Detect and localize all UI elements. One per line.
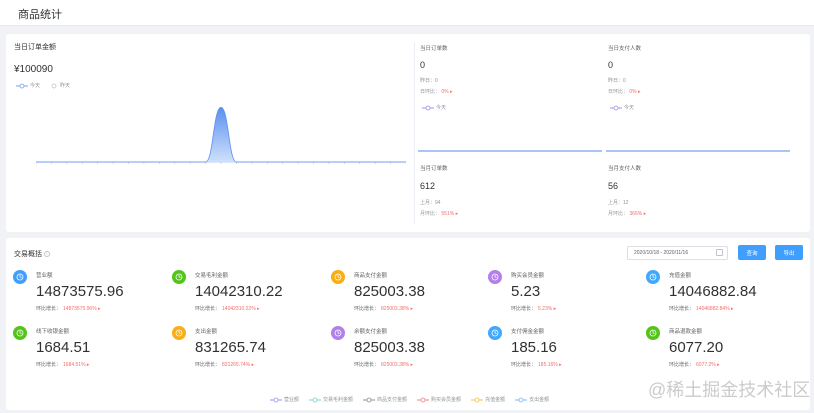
legend-item[interactable]: 充值金额 (471, 396, 505, 403)
watermark: @稀土掘金技术社区 (648, 380, 811, 400)
export-button[interactable]: 导出 (775, 245, 803, 260)
legend-line-icon (471, 397, 484, 402)
today-orders-ratio: 日环比： 0% ▸ (420, 89, 453, 95)
stat-value: 831265.74 (195, 339, 266, 356)
stat-label: 购买会员金额 (511, 273, 545, 279)
legend-item[interactable]: 购买会员金额 (417, 396, 461, 403)
stat-change: 环比增长： 6077.2% ▸ (669, 362, 720, 368)
stat-change: 环比增长： 825003.38% ▸ (354, 306, 413, 312)
stat-label: 线下收银金额 (36, 329, 70, 335)
today-payers-sparkline (606, 150, 790, 152)
stat-value: 825003.38 (354, 339, 425, 356)
month-orders-prev: 上月：94 (420, 200, 441, 206)
date-range-picker[interactable]: 2020/10/18 - 2020/11/16 (627, 246, 728, 260)
stat-label: 充值金额 (669, 273, 692, 279)
stat-change: 环比增长： 14042310.22% ▸ (195, 306, 260, 312)
clock-icon (172, 270, 186, 284)
stat-value: 1684.51 (36, 339, 91, 356)
info-icon[interactable]: i (43, 251, 50, 258)
stat-change: 环比增长： 825003.38% ▸ (354, 362, 413, 368)
today-orders-legend[interactable]: 今天 (422, 104, 446, 111)
legend-item[interactable]: 商品支付金额 (363, 396, 407, 403)
today-orders-value: 0 (420, 60, 426, 70)
legend-line-icon (610, 105, 622, 110)
stat-label: 支出金额 (195, 329, 218, 335)
stat-value: 5.23 (511, 283, 541, 300)
stat-value: 14042310.22 (195, 283, 283, 300)
today-orders-title: 当日订单数 (420, 46, 448, 52)
stat-value: 825003.38 (354, 283, 425, 300)
legend-line-icon (363, 397, 376, 402)
month-orders-value: 612 (420, 181, 436, 191)
stat-value: 14046882.84 (669, 283, 757, 300)
month-payers-ratio: 月环比： 366% ▸ (608, 211, 647, 217)
stat-value: 6077.20 (669, 339, 724, 356)
stat-label: 商品退款金额 (669, 329, 703, 335)
series-area-1 (36, 107, 406, 162)
legend-yesterday[interactable]: 昨天 (50, 82, 70, 89)
today-stats-card: 当日订单金额 ¥100090 今天 昨天 当日订单数 0 昨日：0 日环比： 0… (6, 34, 810, 232)
clock-icon (13, 270, 27, 284)
today-orders-sparkline (418, 150, 602, 152)
clock-icon (646, 326, 660, 340)
page-title: 商品统计 (18, 9, 62, 21)
today-payers-title: 当日支付人数 (608, 46, 642, 52)
stat-change: 环比增长： 1684.51% ▸ (36, 362, 90, 368)
stat-change: 环比增长： 14873575.96% ▸ (36, 306, 101, 312)
stat-change: 环比增长： 14046882.84% ▸ (669, 306, 734, 312)
legend-today[interactable]: 今天 (16, 82, 40, 89)
legend-item[interactable]: 营业额 (270, 396, 299, 403)
month-payers-title: 当月支付人数 (608, 166, 642, 172)
amount-chart-legend[interactable]: 今天 昨天 (16, 82, 80, 89)
calendar-icon (716, 249, 723, 256)
legend-line-icon (270, 397, 282, 402)
stat-label: 支付佣金金额 (511, 329, 545, 335)
today-payers-value: 0 (608, 60, 614, 70)
stat-label: 余额支付金额 (354, 329, 388, 335)
legend-item[interactable]: 交易毛利金额 (309, 396, 353, 403)
today-payers-legend[interactable]: 今天 (610, 104, 634, 111)
page-header: 商品统计 (0, 0, 814, 26)
stat-value: 185.16 (511, 339, 557, 356)
month-orders-title: 当月订单数 (420, 166, 448, 172)
stat-change: 环比增长： 185.16% ▸ (511, 362, 562, 368)
overview-title: 交易概括 i (14, 249, 50, 259)
clock-icon (331, 326, 345, 340)
order-amount-chart (36, 107, 406, 164)
today-order-amount-title: 当日订单金额 (14, 44, 56, 51)
query-button[interactable]: 查询 (738, 245, 766, 260)
legend-line-icon (309, 397, 322, 402)
month-payers-value: 56 (608, 181, 619, 191)
legend-line-icon (515, 397, 528, 402)
month-payers-prev: 上月：12 (608, 200, 629, 206)
month-orders-ratio: 月环比： 551% ▸ (420, 211, 459, 217)
today-payers-prev: 昨日：0 (608, 78, 626, 84)
stat-label: 商品支付金额 (354, 273, 388, 279)
stat-change: 环比增长： 831265.74% ▸ (195, 362, 254, 368)
overview-chart-legend[interactable]: 营业额 交易毛利金额 商品支付金额 购买会员金额 充值金额 支出金额 (270, 396, 559, 403)
legend-item[interactable]: 支出金额 (515, 396, 549, 403)
stat-change: 环比增长： 5.23% ▸ (511, 306, 557, 312)
clock-icon (488, 326, 502, 340)
legend-line-icon (422, 105, 434, 110)
clock-icon (13, 326, 27, 340)
clock-icon (331, 270, 345, 284)
today-payers-ratio: 日环比： 0% ▸ (608, 89, 641, 95)
clock-icon (488, 270, 502, 284)
stat-label: 交易毛利金额 (195, 273, 229, 279)
divider (414, 42, 415, 224)
clock-icon (172, 326, 186, 340)
stat-label: 营业额 (36, 273, 53, 279)
today-orders-prev: 昨日：0 (420, 78, 438, 84)
legend-circle-icon (51, 83, 57, 88)
clock-icon (646, 270, 660, 284)
today-order-amount-value: ¥100090 (14, 64, 53, 75)
stat-value: 14873575.96 (36, 283, 124, 300)
legend-line-icon (417, 397, 430, 402)
legend-line-icon (16, 83, 28, 88)
